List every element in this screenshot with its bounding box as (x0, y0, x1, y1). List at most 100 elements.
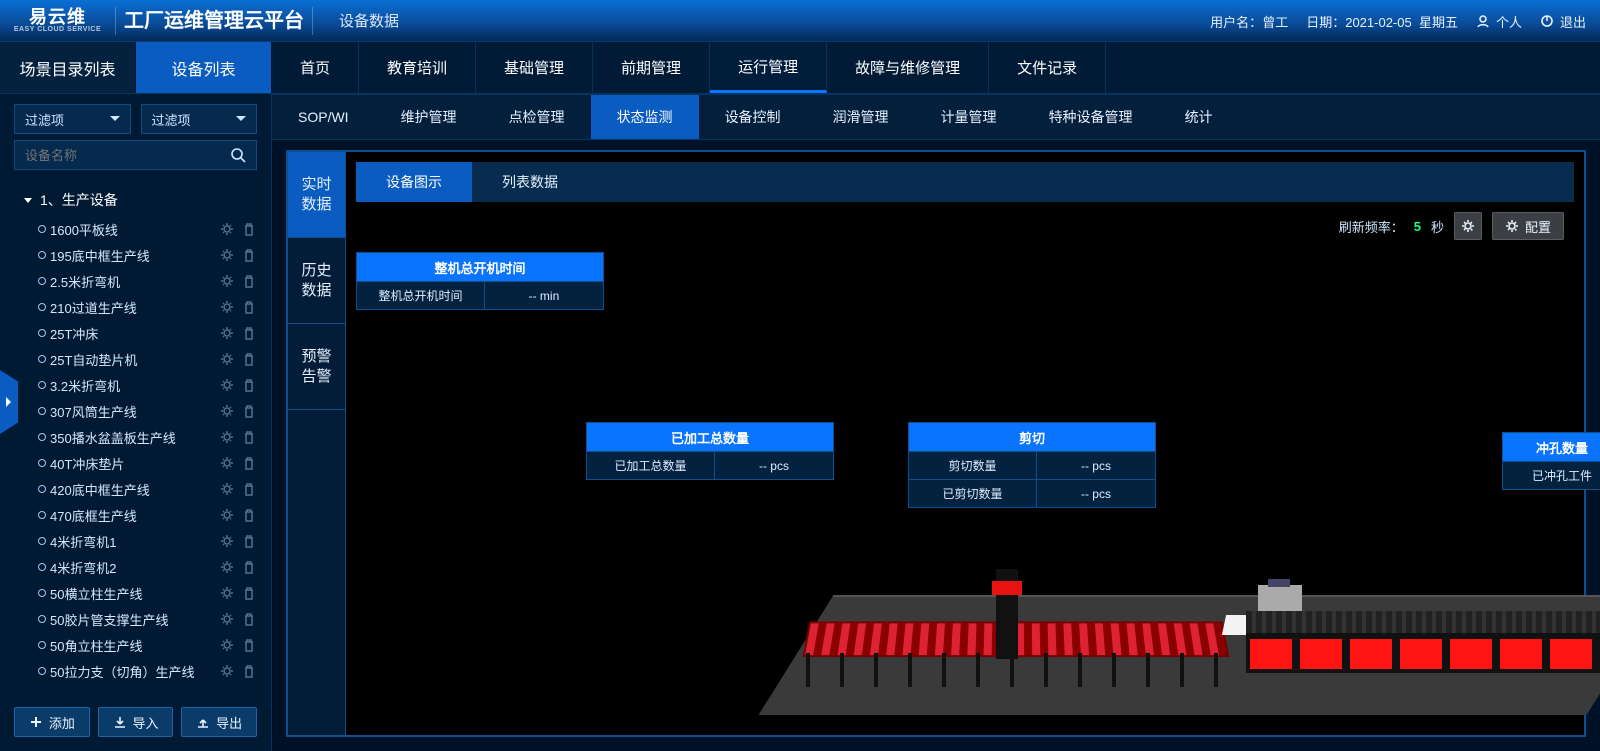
trash-icon[interactable] (241, 507, 257, 523)
trash-icon[interactable] (241, 533, 257, 549)
trash-icon[interactable] (241, 429, 257, 445)
trash-icon[interactable] (241, 455, 257, 471)
rail-tab[interactable]: 实时数据 (288, 152, 345, 238)
tab-scene-list[interactable]: 场景目录列表 (0, 42, 136, 93)
search-icon[interactable] (230, 147, 246, 163)
config-button[interactable]: 配置 (1492, 212, 1564, 240)
tree-item[interactable]: 470底框生产线 (0, 502, 271, 528)
tree-item[interactable]: 2.5米折弯机 (0, 268, 271, 294)
trash-icon[interactable] (241, 247, 257, 263)
tree-item[interactable]: 50横立柱生产线 (0, 580, 271, 606)
trash-icon[interactable] (241, 637, 257, 653)
settings-button[interactable] (1454, 212, 1482, 240)
breadcrumb: 设备数据 (339, 10, 399, 31)
sub-tab[interactable]: 特种设备管理 (1023, 95, 1159, 139)
logout-button[interactable]: 退出 (1540, 12, 1586, 31)
logo-cn: 易云维 (29, 8, 86, 26)
gear-icon[interactable] (219, 403, 235, 419)
filter-select-a[interactable]: 过滤项 (14, 104, 131, 134)
import-button[interactable]: 导入 (98, 707, 174, 737)
gear-icon[interactable] (219, 429, 235, 445)
main-tab[interactable]: 前期管理 (593, 42, 710, 93)
search-input[interactable] (25, 148, 230, 163)
add-button[interactable]: 添加 (14, 707, 90, 737)
trash-icon[interactable] (241, 299, 257, 315)
gear-icon[interactable] (219, 533, 235, 549)
gear-icon[interactable] (219, 221, 235, 237)
sub-tab[interactable]: 状态监测 (591, 95, 699, 139)
tree-item[interactable]: 420底中框生产线 (0, 476, 271, 502)
gear-icon[interactable] (219, 637, 235, 653)
trash-icon[interactable] (241, 221, 257, 237)
date-label: 日期：2021-02-05 星期五 (1306, 12, 1458, 31)
gear-icon[interactable] (219, 299, 235, 315)
sub-tab[interactable]: 计量管理 (915, 95, 1023, 139)
trash-icon[interactable] (241, 273, 257, 289)
gear-icon[interactable] (219, 377, 235, 393)
gear-icon[interactable] (219, 585, 235, 601)
rail-tab[interactable]: 历史数据 (288, 238, 345, 324)
gear-icon[interactable] (219, 507, 235, 523)
sub-tab[interactable]: 维护管理 (375, 95, 483, 139)
gear-icon[interactable] (219, 247, 235, 263)
main-nav: 场景目录列表 设备列表 首页教育培训基础管理前期管理运行管理故障与维修管理文件记… (0, 42, 1600, 94)
profile-button[interactable]: 个人 (1476, 12, 1522, 31)
gear-icon[interactable] (219, 273, 235, 289)
tree-group-header[interactable]: 1、生产设备 (0, 184, 271, 216)
gear-icon[interactable] (219, 559, 235, 575)
filter-select-b[interactable]: 过滤项 (141, 104, 258, 134)
left-rail: 实时数据历史数据预警告警 (288, 152, 346, 735)
tab-device-list[interactable]: 设备列表 (136, 42, 272, 93)
tree-item[interactable]: 195底中框生产线 (0, 242, 271, 268)
sub-tab[interactable]: 设备控制 (699, 95, 807, 139)
device-tree[interactable]: 1、生产设备 1600平板线 195底中框生产线 2.5米折弯机 210过道生产… (0, 180, 271, 697)
main-tab[interactable]: 文件记录 (989, 42, 1106, 93)
tree-item[interactable]: 3.2米折弯机 (0, 372, 271, 398)
trash-icon[interactable] (241, 481, 257, 497)
trash-icon[interactable] (241, 585, 257, 601)
main-tab[interactable]: 运行管理 (710, 42, 827, 93)
tree-item[interactable]: 210过道生产线 (0, 294, 271, 320)
gear-icon (1461, 219, 1475, 233)
gear-icon[interactable] (219, 325, 235, 341)
trash-icon[interactable] (241, 325, 257, 341)
tree-item[interactable]: 4米折弯机1 (0, 528, 271, 554)
main-tab[interactable]: 故障与维修管理 (827, 42, 989, 93)
trash-icon[interactable] (241, 663, 257, 679)
export-button[interactable]: 导出 (181, 707, 257, 737)
sub-tab[interactable]: SOP/WI (272, 95, 375, 139)
chevron-down-icon (110, 114, 120, 124)
sidebar: 过滤项 过滤项 1、生产设备 1600平板线 195底中框生产线 (0, 94, 272, 751)
trash-icon[interactable] (241, 559, 257, 575)
tree-item[interactable]: 4米折弯机2 (0, 554, 271, 580)
tree-item[interactable]: 50角立柱生产线 (0, 632, 271, 658)
view-tab-list[interactable]: 列表数据 (472, 162, 588, 202)
trash-icon[interactable] (241, 611, 257, 627)
trash-icon[interactable] (241, 403, 257, 419)
gear-icon[interactable] (219, 611, 235, 627)
tree-item[interactable]: 50胶片管支撑生产线 (0, 606, 271, 632)
canvas-shell: 实时数据历史数据预警告警 设备图示 列表数据 刷新频率： 5 秒 配置 (286, 150, 1586, 737)
tree-item[interactable]: 25T冲床 (0, 320, 271, 346)
tree-item[interactable]: 25T自动垫片机 (0, 346, 271, 372)
tree-item[interactable]: 1600平板线 (0, 216, 271, 242)
tree-item[interactable]: 350播水盆盖板生产线 (0, 424, 271, 450)
view-tab-graphic[interactable]: 设备图示 (356, 162, 472, 202)
sub-tab[interactable]: 点检管理 (483, 95, 591, 139)
main-tab[interactable]: 基础管理 (476, 42, 593, 93)
gear-icon[interactable] (219, 455, 235, 471)
gear-icon[interactable] (219, 481, 235, 497)
sub-tab[interactable]: 统计 (1159, 95, 1239, 139)
refresh-value: 5 (1414, 219, 1421, 234)
main-tab[interactable]: 首页 (272, 42, 359, 93)
tree-item[interactable]: 40T冲床垫片 (0, 450, 271, 476)
gear-icon[interactable] (219, 351, 235, 367)
rail-tab[interactable]: 预警告警 (288, 324, 345, 410)
sub-tab[interactable]: 润滑管理 (807, 95, 915, 139)
main-tab[interactable]: 教育培训 (359, 42, 476, 93)
tree-item[interactable]: 307风筒生产线 (0, 398, 271, 424)
tree-item[interactable]: 50拉力支（切角）生产线 (0, 658, 271, 684)
gear-icon[interactable] (219, 663, 235, 679)
trash-icon[interactable] (241, 351, 257, 367)
trash-icon[interactable] (241, 377, 257, 393)
